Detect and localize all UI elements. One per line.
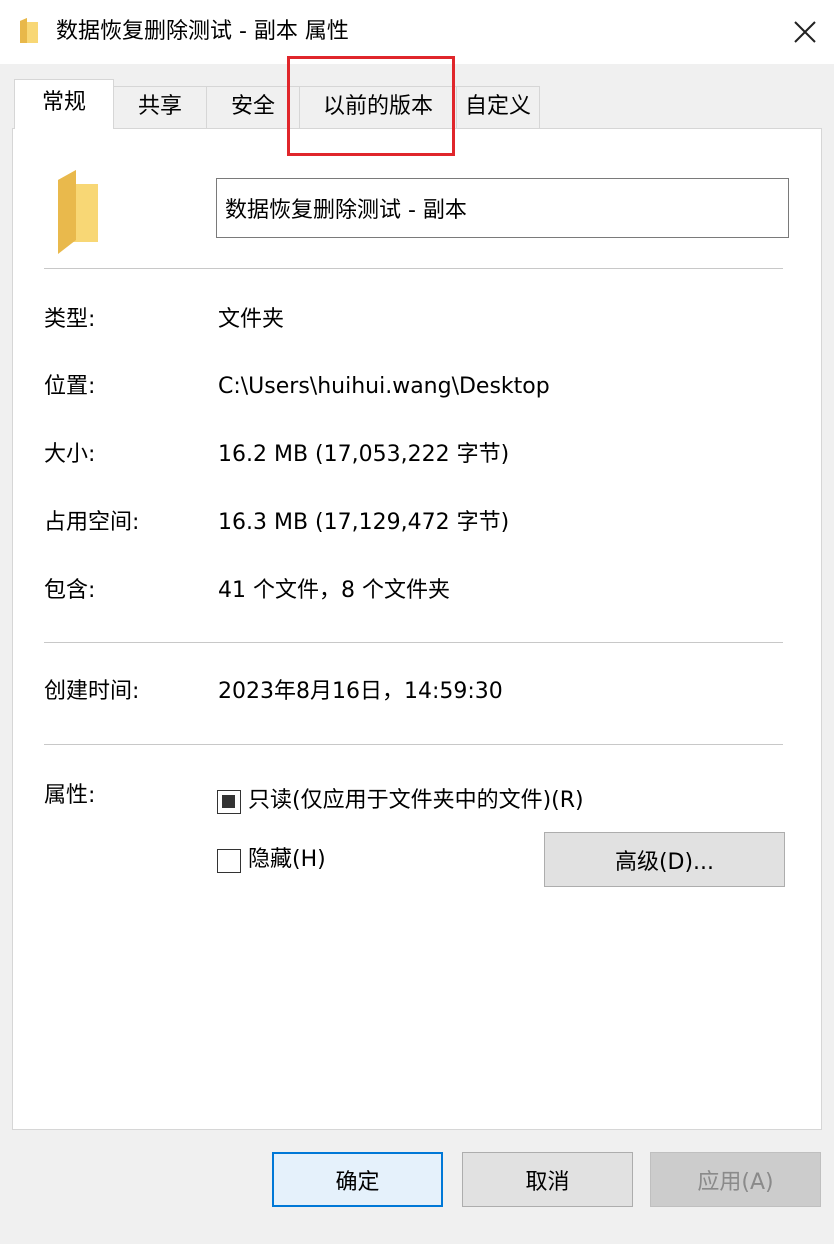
close-icon — [794, 21, 816, 43]
general-panel — [12, 128, 822, 1130]
indeterminate-mark — [222, 795, 235, 808]
window-title: 数据恢复删除测试 - 副本 属性 — [56, 19, 349, 44]
location-value: C:\Users\huihui.wang\Desktop — [218, 374, 550, 399]
size-value: 16.2 MB (17,053,222 字节) — [218, 442, 510, 467]
close-button[interactable] — [776, 6, 834, 58]
hidden-label[interactable]: 隐藏(H) — [248, 845, 326, 875]
readonly-label[interactable]: 只读(仅应用于文件夹中的文件)(R) — [248, 786, 584, 816]
contains-value: 41 个文件，8 个文件夹 — [218, 578, 450, 603]
divider — [44, 642, 783, 643]
folder-icon — [18, 18, 40, 44]
size-on-disk-value: 16.3 MB (17,129,472 字节) — [218, 510, 510, 535]
tab-label: 自定义 — [464, 94, 531, 119]
cancel-button[interactable]: 取消 — [462, 1152, 633, 1207]
divider — [44, 268, 783, 269]
tab-label: 常规 — [41, 90, 86, 115]
created-label: 创建时间: — [44, 679, 140, 704]
tab-security[interactable]: 安全 — [206, 86, 300, 128]
ok-button[interactable]: 确定 — [272, 1152, 443, 1207]
highlight-box — [287, 56, 455, 156]
tab-sharing[interactable]: 共享 — [113, 86, 207, 128]
tab-customize[interactable]: 自定义 — [456, 86, 540, 128]
size-label: 大小: — [44, 442, 96, 467]
advanced-button[interactable]: 高级(D)... — [544, 832, 785, 887]
apply-button[interactable]: 应用(A) — [650, 1152, 821, 1207]
type-value: 文件夹 — [218, 307, 285, 332]
size-on-disk-label: 占用空间: — [44, 510, 140, 535]
type-label: 类型: — [44, 307, 96, 332]
divider — [44, 744, 783, 745]
readonly-checkbox[interactable] — [217, 790, 241, 814]
attributes-label: 属性: — [44, 783, 96, 808]
tab-label: 共享 — [137, 94, 182, 119]
hidden-checkbox[interactable] — [217, 849, 241, 873]
location-label: 位置: — [44, 374, 96, 399]
tab-general[interactable]: 常规 — [14, 79, 114, 129]
folder-name-input[interactable] — [216, 178, 789, 238]
created-value: 2023年8月16日，14:59:30 — [218, 679, 503, 704]
tab-label: 安全 — [230, 94, 275, 119]
folder-icon — [52, 170, 102, 256]
contains-label: 包含: — [44, 578, 96, 603]
